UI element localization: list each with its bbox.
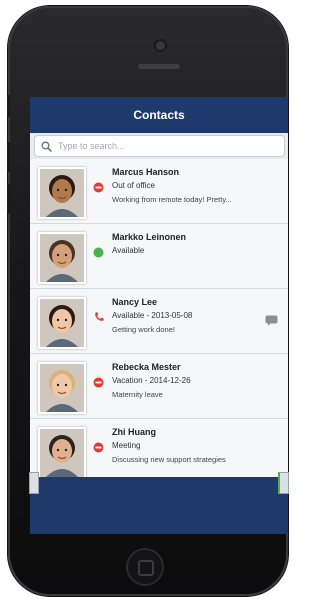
- chat-bubble-icon[interactable]: [265, 313, 278, 331]
- contact-note: Getting work done!: [112, 325, 175, 334]
- contact-note: Discussing new support strategies: [112, 455, 226, 464]
- home-square-icon: [138, 560, 154, 576]
- busy-status-icon: [93, 440, 104, 453]
- on-call-status-icon: [93, 310, 104, 321]
- contact-row[interactable]: Rebecka Mester Vacation - 2014-12-26 Mater…: [30, 354, 288, 419]
- away-status-icon: [93, 180, 104, 193]
- bottom-bar: [30, 477, 288, 534]
- contact-name: Markko Leinonen: [112, 232, 187, 242]
- avatar: [38, 167, 86, 219]
- earpiece-speaker: [138, 64, 180, 69]
- contact-row[interactable]: Nancy Lee Available - 2013-05-08 Getting w…: [30, 289, 288, 354]
- home-button[interactable]: [126, 548, 164, 586]
- volume-down-button: [7, 184, 10, 214]
- avatar: [38, 297, 86, 349]
- search-input[interactable]: [58, 141, 268, 151]
- mute-switch: [7, 95, 10, 117]
- avatar: [38, 427, 86, 479]
- contact-row[interactable]: Zhi Huang Meeting Discussing new support s…: [30, 419, 288, 484]
- contact-note: Maternity leave: [112, 390, 163, 399]
- app-header: Contacts: [30, 97, 288, 133]
- right-drawer-handle[interactable]: [278, 472, 289, 494]
- contact-status: Available: [112, 246, 145, 255]
- left-drawer-handle[interactable]: [29, 472, 39, 494]
- contact-status: Meeting: [112, 441, 141, 450]
- available-status-icon: [93, 245, 104, 258]
- contact-name: Nancy Lee: [112, 297, 158, 307]
- search-icon: [41, 141, 52, 152]
- contact-note: Working from remote today! Pretty...: [112, 195, 232, 204]
- front-camera: [156, 41, 165, 50]
- contact-list[interactable]: Marcus Hanson Out of office Working from r…: [30, 159, 288, 509]
- app-screen: Contacts Marcus Hanson Out of office Worki…: [30, 97, 288, 534]
- page-title: Contacts: [133, 108, 185, 122]
- contact-status: Out of office: [112, 181, 155, 190]
- contact-row[interactable]: Marcus Hanson Out of office Working from r…: [30, 159, 288, 224]
- avatar: [38, 362, 86, 414]
- contact-name: Marcus Hanson: [112, 167, 180, 177]
- contact-name: Zhi Huang: [112, 427, 156, 437]
- contact-status: Vacation - 2014-12-26: [112, 376, 191, 385]
- avatar: [38, 232, 86, 284]
- contact-row[interactable]: Markko Leinonen Available: [30, 224, 288, 289]
- contact-status: Available - 2013-05-08: [112, 311, 193, 320]
- search-bar[interactable]: [34, 135, 285, 157]
- contact-name: Rebecka Mester: [112, 362, 181, 372]
- volume-up-button: [7, 142, 10, 172]
- away-status-icon: [93, 375, 104, 388]
